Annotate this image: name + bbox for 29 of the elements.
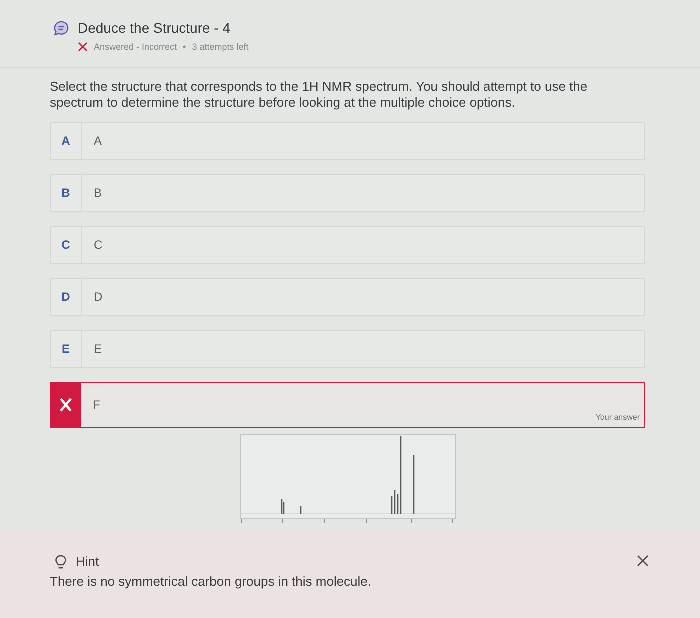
option-letter: E xyxy=(62,342,70,356)
bullet-separator: • xyxy=(182,41,188,53)
answer-option[interactable]: D D xyxy=(50,278,645,316)
option-letter: B xyxy=(62,186,70,200)
option-text: A xyxy=(94,134,102,148)
option-letter: A xyxy=(62,134,70,148)
option-text: B xyxy=(94,186,102,200)
close-icon xyxy=(637,555,649,567)
option-letter: C xyxy=(62,238,70,252)
option-text: D xyxy=(94,290,103,304)
option-text: C xyxy=(94,238,103,252)
your-answer-label: Your answer xyxy=(596,413,640,422)
question-prompt: Select the structure that corresponds to the 1H NMR spectrum. You should attempt to use the spectrum to determine the structure before looking at the multiple choice options. xyxy=(50,79,589,111)
speech-bubble-icon xyxy=(54,20,69,36)
answer-option[interactable]: E E xyxy=(50,330,645,368)
close-button[interactable] xyxy=(636,554,650,568)
option-text: E xyxy=(94,342,102,356)
answer-status: Answered - Incorrect xyxy=(94,41,178,53)
hint-text: There is no symmetrical carbon groups in this molecule. xyxy=(50,574,372,590)
attempts-left: 3 attempts left xyxy=(192,41,249,53)
lightbulb-icon xyxy=(55,554,67,570)
answer-option[interactable]: F Your answer xyxy=(50,382,645,428)
hint-title: Hint xyxy=(76,554,100,570)
answer-option[interactable]: A A xyxy=(50,122,645,160)
option-text: F xyxy=(93,398,100,412)
option-letter: D xyxy=(62,290,70,304)
answer-option[interactable]: B B xyxy=(50,174,645,212)
question-title: Deduce the Structure - 4 xyxy=(78,19,231,37)
answer-option[interactable]: C C xyxy=(50,226,645,264)
